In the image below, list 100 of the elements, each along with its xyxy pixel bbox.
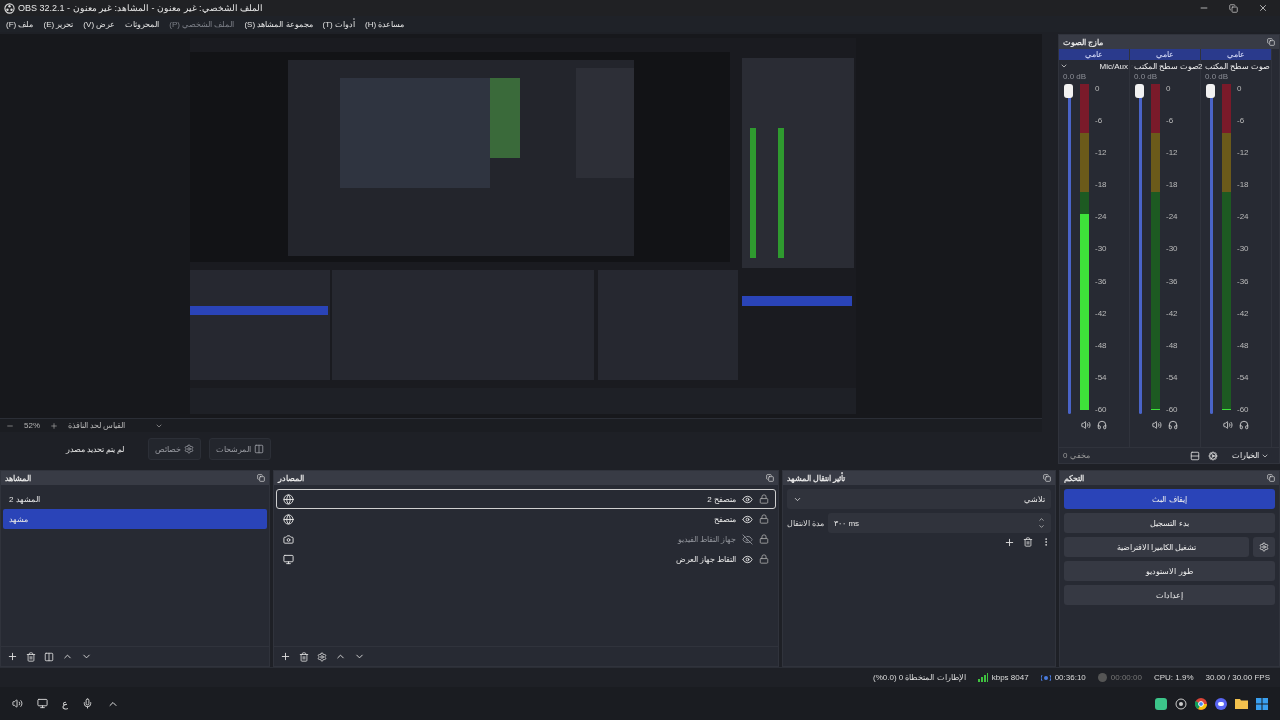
menu-item[interactable]: عرض (V)	[83, 19, 116, 29]
channel-tab[interactable]: عامي	[1130, 49, 1200, 60]
layout-icon[interactable]	[1190, 450, 1200, 461]
add-icon[interactable]	[7, 651, 18, 662]
volume-slider[interactable]	[1064, 84, 1074, 414]
lock-icon[interactable]	[759, 514, 769, 524]
headphones-icon[interactable]	[1239, 420, 1249, 430]
undock-icon[interactable]	[766, 474, 774, 482]
speaker-icon[interactable]	[1223, 420, 1233, 430]
app-logo-icon	[4, 2, 15, 14]
lock-icon[interactable]	[759, 534, 769, 544]
headphones-icon[interactable]	[1097, 420, 1107, 430]
gear-icon[interactable]	[184, 444, 194, 454]
camera-icon	[283, 533, 294, 545]
tick-label: -12	[1237, 148, 1249, 158]
restore-icon[interactable]	[1229, 3, 1238, 13]
menu-item[interactable]: مجموعة المشاهد (S)	[244, 19, 313, 29]
lock-icon[interactable]	[759, 554, 769, 564]
globe-icon	[283, 493, 294, 505]
record-time: 00:00:00	[1110, 673, 1142, 682]
options-button[interactable]: الخيارات	[1226, 450, 1275, 461]
undock-icon[interactable]	[1267, 474, 1275, 482]
record-app-icon[interactable]	[1175, 697, 1187, 710]
source-name: جهاز التقاط الفيديو	[677, 534, 736, 544]
tick-label: -36	[1237, 276, 1249, 286]
start-menu-icon[interactable]	[1256, 697, 1268, 710]
eye-off-icon[interactable]	[742, 533, 753, 545]
channel-tab[interactable]: عامي	[1059, 49, 1129, 60]
source-item[interactable]: جهاز التقاط الفيديو	[276, 529, 776, 549]
menu-item[interactable]: المحروثات	[125, 19, 160, 29]
properties-button[interactable]: خصائص	[148, 438, 201, 460]
tick-label: -6	[1095, 116, 1104, 126]
zoom-in-icon[interactable]	[50, 421, 58, 430]
record-icon	[1097, 673, 1107, 682]
tick-label: 0	[1166, 84, 1172, 93]
undock-icon[interactable]	[1267, 38, 1275, 46]
advanced-settings-icon[interactable]	[1208, 450, 1218, 461]
control-button[interactable]: إيقاف البث	[1064, 489, 1275, 509]
folder-icon[interactable]	[1235, 698, 1248, 709]
chat-bubble-icon[interactable]	[1215, 697, 1227, 710]
tick-label: -60	[1237, 404, 1249, 414]
speaker-icon[interactable]	[12, 698, 23, 709]
headphones-icon[interactable]	[1168, 420, 1178, 430]
volume-slider[interactable]	[1135, 84, 1145, 414]
microphone-icon[interactable]	[82, 698, 93, 709]
eye-icon[interactable]	[742, 493, 753, 505]
browser-icon[interactable]	[1195, 697, 1207, 710]
scene-item[interactable]: مشهد	[3, 509, 267, 529]
source-item[interactable]: متصفح	[276, 509, 776, 529]
undock-icon[interactable]	[1043, 474, 1051, 482]
speaker-icon[interactable]	[1152, 420, 1162, 430]
eye-icon[interactable]	[742, 513, 753, 525]
slider-thumb[interactable]	[1206, 84, 1215, 98]
filters-button[interactable]: المرشحات	[209, 438, 271, 460]
source-item[interactable]: التقاط جهاز العرض	[276, 549, 776, 569]
tick-label: -42	[1166, 308, 1178, 318]
transition-dropdown[interactable]: تلاشي	[787, 489, 1051, 509]
input-language[interactable]: ع	[62, 698, 68, 709]
tick-label: -36	[1166, 276, 1178, 286]
tick-label: -42	[1237, 308, 1249, 318]
delete-icon[interactable]	[1023, 537, 1033, 547]
undock-icon[interactable]	[257, 474, 265, 482]
dropped-frames: الإطارات المتخطاة 0 (0.0%)	[873, 673, 966, 682]
control-button[interactable]: طور الاستوديو	[1064, 561, 1275, 581]
tick-label: 0	[1095, 84, 1101, 93]
tick-label: -48	[1095, 340, 1107, 350]
scale-mode-dropdown[interactable]: القياس لحد النافذة	[68, 421, 126, 430]
control-button[interactable]: إعدادات	[1064, 585, 1275, 605]
menu-item[interactable]: ملف (F)	[6, 19, 34, 29]
filter-icon[interactable]	[254, 444, 264, 454]
tick-label: -54	[1237, 372, 1249, 382]
tick-label: -48	[1237, 340, 1249, 350]
delete-icon[interactable]	[299, 651, 309, 662]
control-button[interactable]: بدء التسجيل	[1064, 513, 1275, 533]
settings-button[interactable]	[1253, 537, 1275, 557]
lock-icon[interactable]	[759, 494, 769, 504]
stream-icon	[1040, 673, 1051, 682]
close-icon[interactable]	[1258, 3, 1268, 13]
menu-item[interactable]: تحرير (E)	[43, 19, 74, 29]
channel-name-dropdown[interactable]: Mic/Aux	[1059, 60, 1129, 72]
increment-icon[interactable]	[1038, 516, 1045, 523]
slider-thumb[interactable]	[1135, 84, 1144, 98]
duration-field[interactable]: ٣٠٠ ms	[828, 513, 1051, 533]
decrement-icon[interactable]	[1038, 523, 1045, 530]
eye-icon[interactable]	[742, 553, 753, 565]
add-icon[interactable]	[1004, 537, 1015, 548]
volume-reading: 0.0 dB	[1204, 72, 1230, 81]
channel-tab[interactable]: عامي	[1201, 49, 1271, 60]
delete-icon[interactable]	[26, 651, 36, 662]
volume-slider[interactable]	[1206, 84, 1216, 414]
tick-label: -24	[1095, 212, 1107, 222]
add-icon[interactable]	[280, 651, 291, 662]
menu-item[interactable]: مساعدة (H)	[364, 19, 405, 29]
speaker-icon[interactable]	[1081, 420, 1091, 430]
chat-app-icon[interactable]	[1155, 697, 1167, 710]
control-button[interactable]: تشغيل الكاميرا الافتراضية	[1064, 537, 1249, 557]
menu-item[interactable]: أدوات (T)	[322, 19, 355, 29]
source-item[interactable]: متصفح 2	[276, 489, 776, 509]
slider-thumb[interactable]	[1064, 84, 1073, 98]
scene-item[interactable]: المشهد 2	[3, 489, 267, 509]
